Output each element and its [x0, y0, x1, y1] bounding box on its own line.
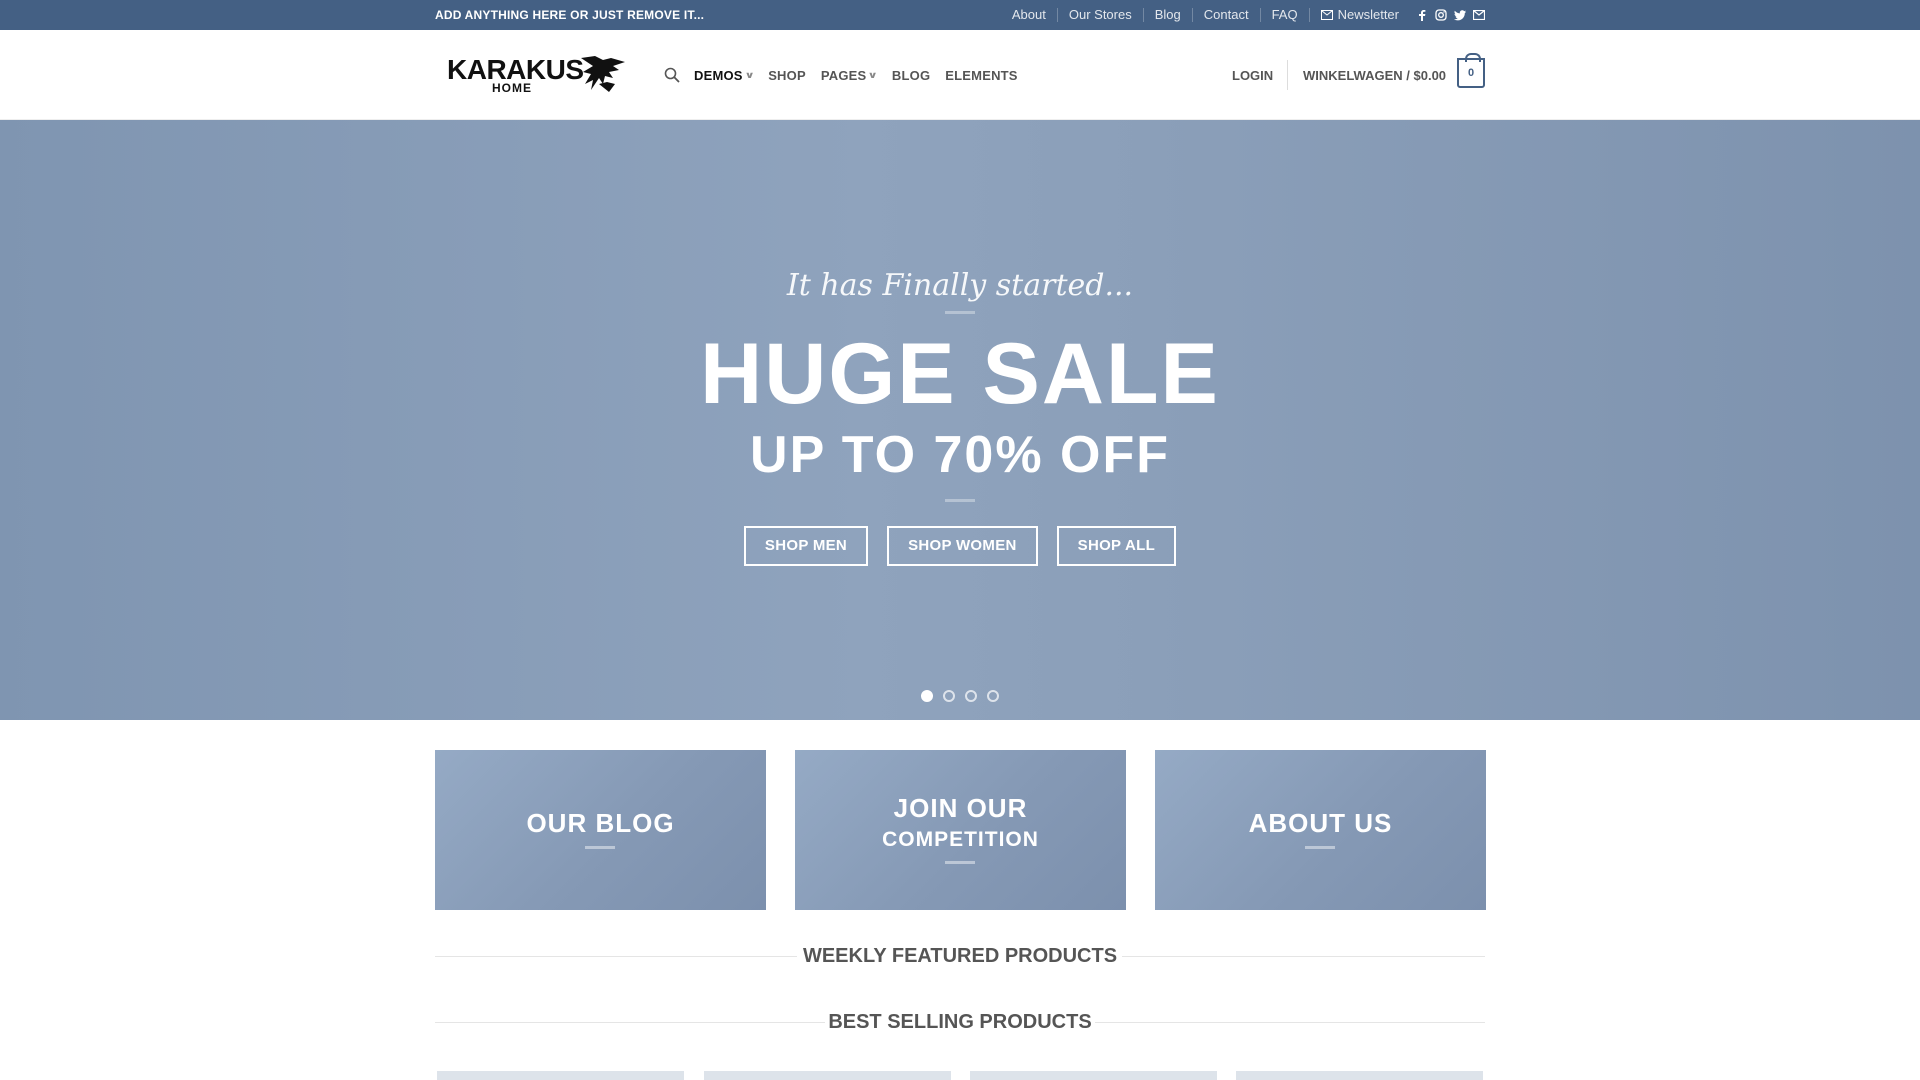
twitter-icon[interactable]: [1454, 9, 1466, 21]
top-link-about[interactable]: About: [1001, 8, 1057, 22]
facebook-icon[interactable]: [1416, 9, 1428, 21]
section-rule-right: [1122, 956, 1485, 957]
nav-shop[interactable]: SHOP: [768, 68, 806, 83]
product-card[interactable]: [970, 1071, 1217, 1080]
product-card[interactable]: [704, 1071, 951, 1080]
nav-blog-label: BLOG: [891, 67, 931, 83]
shop-women-button[interactable]: SHOP WOMEN: [887, 526, 1038, 566]
chevron-down-icon: ∨: [867, 69, 879, 80]
search-icon[interactable]: [664, 67, 680, 83]
main-nav: DEMOS ∨ SHOP PAGES ∨ BLOG ELEMENTS: [694, 60, 1033, 90]
top-link-our-stores[interactable]: Our Stores: [1056, 8, 1143, 22]
nav-pages[interactable]: PAGES ∨: [820, 67, 879, 83]
shop-men-button[interactable]: SHOP MEN: [743, 526, 869, 566]
promo-box-title: JOIN OUR: [893, 793, 1028, 823]
promo-box-divider: [1305, 846, 1335, 849]
nav-demos-label: DEMOS: [694, 67, 743, 83]
promo-box-divider: [585, 846, 615, 849]
promo-box-our-blog[interactable]: OUR BLOG: [435, 750, 766, 910]
social-links: [1416, 9, 1485, 21]
slider-dot-2[interactable]: [943, 690, 955, 702]
chevron-down-icon: ∨: [744, 69, 755, 80]
promo-box-title: ABOUT US: [1248, 808, 1393, 838]
instagram-icon[interactable]: [1435, 9, 1447, 21]
newsletter-link[interactable]: Newsletter: [1308, 7, 1410, 22]
hero-tagline: It has Finally started...: [786, 268, 1134, 303]
nav-elements-label: ELEMENTS: [945, 67, 1018, 83]
section-best-selling: BEST SELLING PRODUCTS: [435, 1008, 1485, 1038]
eagle-logo-icon: [581, 56, 625, 92]
nav-pages-label: PAGES: [820, 67, 867, 83]
promo-box-competition[interactable]: JOIN OUR COMPETITION: [795, 750, 1126, 910]
nav-blog[interactable]: BLOG: [892, 68, 930, 83]
slider-dot-1[interactable]: [921, 690, 933, 702]
logo[interactable]: KARAKUS HOME: [447, 50, 629, 100]
email-icon[interactable]: [1473, 9, 1485, 21]
slider-dots: [0, 690, 1920, 702]
envelope-icon: [1320, 10, 1333, 20]
section-rule-right: [1095, 1022, 1485, 1023]
hero-divider-bottom: [945, 499, 975, 502]
cart-link[interactable]: WINKELWAGEN / $0.00: [1303, 68, 1446, 83]
nav-demos[interactable]: DEMOS ∨: [694, 67, 755, 83]
slider-dot-3[interactable]: [965, 690, 977, 702]
promo-box-subtitle: COMPETITION: [882, 828, 1039, 851]
header-divider: [1287, 60, 1288, 90]
slider-dot-4[interactable]: [987, 690, 999, 702]
top-link-contact[interactable]: Contact: [1191, 8, 1260, 22]
top-link-blog[interactable]: Blog: [1142, 8, 1192, 22]
section-weekly-featured: WEEKLY FEATURED PRODUCTS: [435, 942, 1485, 972]
promo-box-divider: [945, 861, 975, 864]
newsletter-label: Newsletter: [1337, 7, 1399, 22]
nav-shop-label: SHOP: [768, 67, 806, 83]
nav-elements[interactable]: ELEMENTS: [945, 68, 1017, 83]
top-link-faq[interactable]: FAQ: [1259, 8, 1309, 22]
top-bar-notice: ADD ANYTHING HERE OR JUST REMOVE IT...: [435, 8, 705, 22]
shop-all-button[interactable]: SHOP ALL: [1056, 526, 1177, 566]
cart-count-badge[interactable]: 0: [1457, 53, 1485, 88]
hero-buttons: SHOP MEN SHOP WOMEN SHOP ALL: [0, 526, 1920, 566]
hero-subtitle: UP TO 70% OFF: [750, 426, 1170, 484]
product-card[interactable]: [1236, 1071, 1483, 1080]
hero-title: HUGE SALE: [700, 326, 1220, 422]
hero-slider: It has Finally started... HUGE SALE UP T…: [0, 120, 1920, 720]
top-bar: ADD ANYTHING HERE OR JUST REMOVE IT... A…: [0, 0, 1920, 30]
login-link[interactable]: LOGIN: [1232, 68, 1273, 83]
product-card[interactable]: [437, 1071, 684, 1080]
hero-divider-top: [945, 311, 975, 314]
site-header: KARAKUS HOME DEMOS ∨ SHOP PAGES ∨ BLOG E…: [0, 30, 1920, 120]
promo-box-title: OUR BLOG: [526, 808, 675, 838]
promo-box-about-us[interactable]: ABOUT US: [1155, 750, 1486, 910]
logo-subtitle: HOME: [492, 81, 532, 95]
top-nav: About Our Stores Blog Contact FAQ Newsle…: [1001, 0, 1485, 30]
